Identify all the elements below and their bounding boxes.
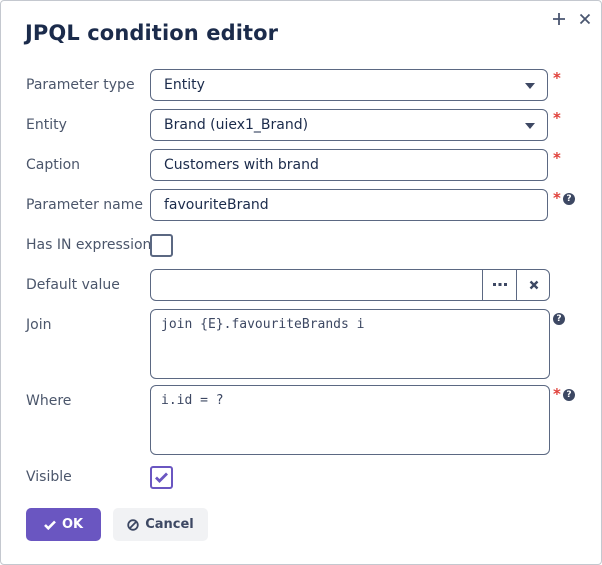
clear-button[interactable] (516, 270, 551, 300)
help-icon[interactable]: ? (563, 389, 575, 401)
dialog-title: JPQL condition editor (25, 21, 279, 45)
ellipsis-icon (493, 283, 507, 286)
chevron-down-icon (525, 123, 535, 129)
join-textarea[interactable]: join {E}.favouriteBrands i (150, 309, 550, 379)
check-icon (44, 520, 56, 530)
close-button[interactable] (577, 11, 593, 27)
parameter-name-value: favouriteBrand (164, 197, 269, 213)
ban-icon (127, 518, 139, 531)
check-icon (155, 472, 168, 483)
maximize-button[interactable] (551, 11, 567, 27)
caption-input[interactable]: Customers with brand (150, 149, 548, 181)
where-label: Where (26, 393, 72, 409)
join-label: Join (26, 317, 52, 333)
clear-icon (529, 280, 539, 290)
default-value-picker[interactable] (150, 269, 550, 301)
entity-label: Entity (26, 117, 67, 133)
caption-value: Customers with brand (164, 157, 319, 173)
visible-checkbox[interactable] (150, 466, 173, 489)
entity-select[interactable]: Brand (uiex1_Brand) (150, 109, 548, 141)
required-indicator: * (553, 109, 561, 127)
parameter-name-input[interactable]: favouriteBrand (150, 189, 548, 221)
ok-button[interactable]: OK (26, 508, 101, 541)
cancel-label: Cancel (145, 517, 194, 532)
plus-icon (553, 13, 565, 25)
caption-label: Caption (26, 157, 81, 173)
parameter-type-select[interactable]: Entity (150, 69, 548, 101)
chevron-down-icon (525, 83, 535, 89)
required-indicator: * (553, 69, 561, 87)
close-icon (579, 13, 591, 25)
has-in-expression-checkbox[interactable] (150, 234, 173, 257)
jpql-condition-editor-dialog: JPQL condition editor Parameter type Ent… (0, 0, 602, 565)
where-value: i.id = ? (161, 393, 224, 408)
required-indicator: * (553, 385, 561, 403)
help-icon[interactable]: ? (553, 313, 565, 325)
where-textarea[interactable]: i.id = ? (150, 385, 550, 455)
help-icon[interactable]: ? (563, 193, 575, 205)
default-value-label: Default value (26, 277, 120, 293)
has-in-expression-label: Has IN expression (26, 237, 152, 253)
entity-value: Brand (uiex1_Brand) (164, 117, 309, 133)
parameter-type-value: Entity (164, 77, 205, 93)
cancel-button[interactable]: Cancel (113, 508, 208, 541)
lookup-button[interactable] (482, 270, 517, 300)
parameter-type-label: Parameter type (26, 77, 135, 93)
visible-label: Visible (26, 469, 72, 485)
ok-label: OK (61, 517, 84, 532)
parameter-name-label: Parameter name (26, 197, 143, 213)
required-indicator: * (553, 149, 561, 167)
join-value: join {E}.favouriteBrands i (161, 317, 365, 332)
required-indicator: * (553, 189, 561, 207)
